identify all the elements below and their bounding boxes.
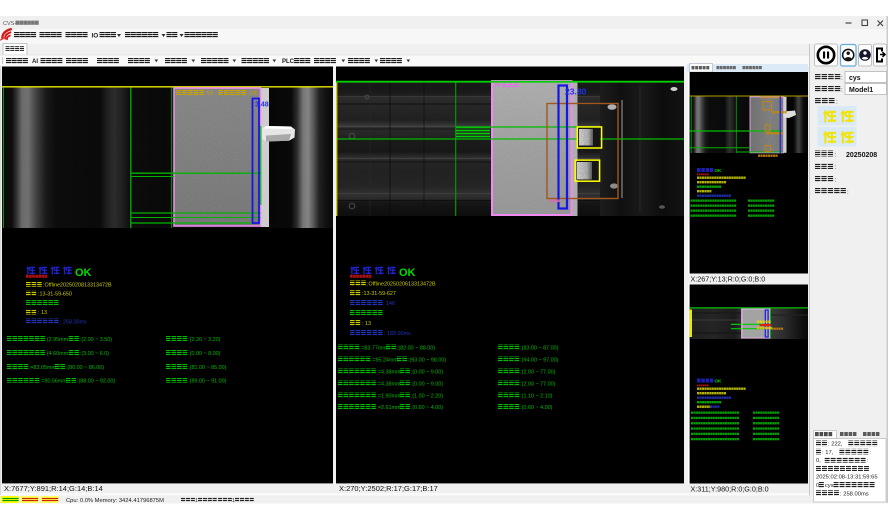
svg-text:(2.95mm: (2.95mm (47, 337, 69, 343)
svg-text:0: 0 (816, 483, 819, 489)
svg-text::Offline2025020613313472B: :Offline2025020613313472B (367, 281, 436, 287)
svg-text:=1.90mm: =1.90mm (378, 393, 401, 399)
svg-text:X:7677;Y:891;R:14;G:14;B:14: X:7677;Y:891;R:14;G:14;B:14 (4, 484, 103, 493)
svg-text:OK: OK (715, 379, 723, 384)
svg-text::100: :100 (247, 91, 258, 97)
svg-text:=4.38mm: =4.38mm (378, 381, 401, 387)
svg-text::Offline2025020813313472B: :Offline2025020813313472B (43, 282, 112, 288)
svg-text:3.48: 3.48 (255, 102, 269, 109)
svg-text:Model1: Model1 (849, 87, 873, 94)
svg-text:X:311;Y:980;R:0;G:0;B:0: X:311;Y:980;R:0;G:0;B:0 (691, 485, 769, 494)
svg-text:(4.60mm: (4.60mm (47, 351, 69, 357)
svg-text:=83.77mm: =83.77mm (361, 345, 387, 351)
svg-text:AI: AI (495, 83, 501, 89)
svg-text::(80.00 ~ 86.00): :(80.00 ~ 86.00) (66, 365, 104, 371)
svg-text::(1.00 ~ 2.20): :(1.00 ~ 2.20) (411, 393, 443, 399)
svg-text:=4.38mm: =4.38mm (378, 369, 401, 375)
svg-text:=95.24mm: =95.24mm (372, 357, 398, 363)
svg-text:0,: 0, (816, 458, 821, 464)
svg-text::13-31-59-627: :13-31-59-627 (362, 291, 396, 297)
svg-text::(2.00 ~ 77.00): :(2.00 ~ 77.00) (520, 381, 555, 387)
svg-text:=83.05mm: =83.05mm (30, 365, 56, 371)
svg-text::(88.00 ~ 92.00): :(88.00 ~ 92.00) (77, 378, 115, 384)
svg-text:Cpu: 0.0% Memory: 3424.4179687: Cpu: 0.0% Memory: 3424.41796875M (66, 498, 164, 504)
svg-text:: 183.00ms: : 183.00ms (384, 331, 411, 337)
svg-text:: 13: : 13 (38, 310, 47, 316)
svg-text::(2.20 ~ 3.20): :(2.20 ~ 3.20) (188, 337, 220, 343)
svg-text:cys: cys (825, 483, 834, 489)
svg-text:: 17,: : 17, (822, 450, 834, 456)
svg-text:23.80: 23.80 (565, 87, 587, 97)
svg-text:CVS-: CVS- (3, 21, 16, 27)
svg-text:=2.61mm: =2.61mm (378, 405, 401, 411)
svg-text:OK: OK (75, 267, 92, 279)
svg-text:OK: OK (715, 168, 723, 173)
svg-text:20250208: 20250208 (846, 152, 877, 159)
svg-text::: : (836, 99, 838, 106)
svg-text::(2.00 ~ 77.00): :(2.00 ~ 77.00) (520, 369, 555, 375)
svg-text::: : (841, 75, 843, 82)
svg-text::: : (841, 87, 843, 94)
svg-text:OK: OK (399, 267, 416, 279)
svg-text::(1.10 ~ 2.10): :(1.10 ~ 2.10) (520, 393, 552, 399)
svg-text::(82.00 ~ 88.00): :(82.00 ~ 88.00) (397, 345, 435, 351)
svg-text::(0.00 ~ 9.00): :(0.00 ~ 9.00) (411, 369, 443, 375)
svg-text::(94.00 ~ 97.00): :(94.00 ~ 97.00) (520, 357, 558, 363)
svg-text:1: 1 (195, 498, 198, 504)
svg-text::93,: :93, (205, 91, 215, 97)
svg-text::(81.00 ~ 85.00): :(81.00 ~ 85.00) (188, 365, 226, 371)
svg-text:AI: AI (32, 59, 38, 65)
svg-text:: 258.00ms: : 258.00ms (840, 491, 869, 497)
svg-text:: 13: : 13 (362, 321, 371, 327)
svg-text::(89.00 ~ 91.00): :(89.00 ~ 91.00) (188, 378, 226, 384)
svg-text:IO: IO (92, 33, 99, 40)
svg-text::(3.00 ~ 6.0): :(3.00 ~ 6.0) (80, 351, 109, 357)
svg-text::(0.60 ~ 4.00): :(0.60 ~ 4.00) (411, 405, 443, 411)
svg-text:1: 1 (232, 498, 235, 504)
svg-text::(0.00 ~ 8.00): :(0.00 ~ 8.00) (188, 351, 220, 357)
svg-text::(0.60 ~ 4.00): :(0.60 ~ 4.00) (520, 405, 552, 411)
svg-text:: 258.00ms: : 258.00ms (60, 319, 87, 325)
svg-text:X:270;Y:2502;R:17;G:17;B:17: X:270;Y:2502;R:17;G:17;B:17 (339, 484, 438, 493)
svg-text::(2.00 ~ 3.50): :(2.00 ~ 3.50) (80, 337, 112, 343)
svg-text:X:267;Y:13;R:0;G:0;B:0: X:267;Y:13;R:0;G:0;B:0 (691, 275, 766, 284)
svg-text::(83.00 ~ 87.00): :(83.00 ~ 87.00) (520, 345, 558, 351)
svg-text::(0.00 ~ 9.00): :(0.00 ~ 9.00) (411, 381, 443, 387)
svg-text:PLC: PLC (282, 59, 295, 65)
svg-text:cys: cys (849, 75, 861, 82)
svg-text:2025:02:08-13:31:59:65: 2025:02:08-13:31:59:65 (816, 475, 878, 481)
svg-text::(93.00 ~ 98.00): :(93.00 ~ 98.00) (408, 357, 446, 363)
svg-text:: 222,: : 222, (828, 442, 843, 448)
svg-text::13-31-59-650: :13-31-59-650 (38, 292, 72, 298)
svg-text:: 146: : 146 (383, 301, 395, 307)
svg-text:=90.56mm: =90.56mm (41, 378, 67, 384)
